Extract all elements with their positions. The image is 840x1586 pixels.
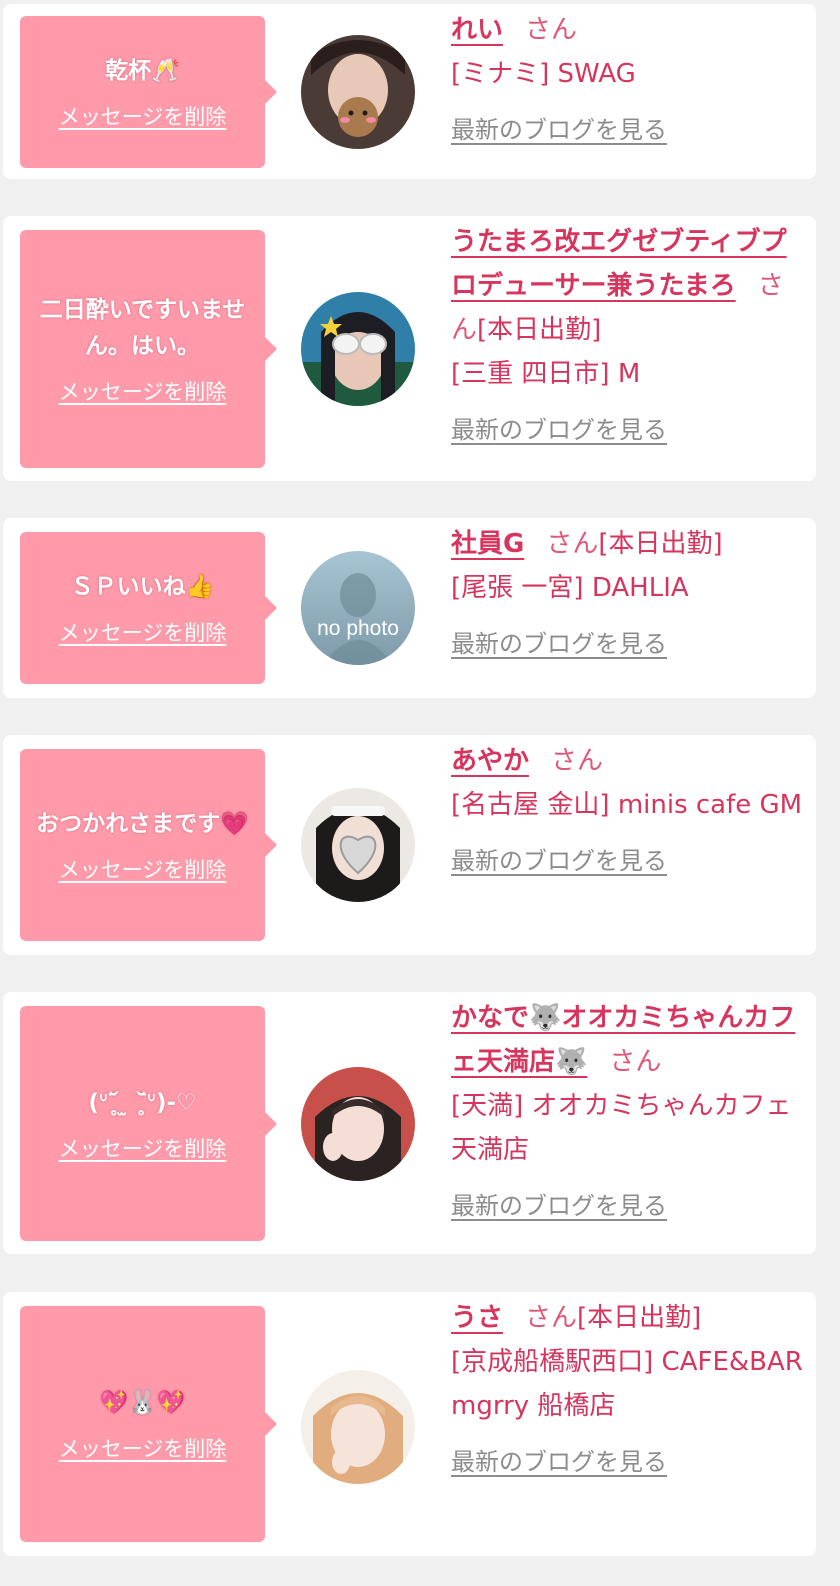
delete-message-link[interactable]: メッセージを削除 — [59, 1133, 227, 1163]
message-card: ＳＰいいね👍 メッセージを削除 no photo 社員G さん[本日出勤] [尾張… — [3, 518, 816, 698]
avatar[interactable] — [301, 292, 415, 406]
shop-text: [ミナミ] SWAG — [451, 59, 636, 89]
delete-message-link[interactable]: メッセージを削除 — [59, 376, 227, 406]
user-name-link[interactable]: うさ — [451, 1303, 503, 1333]
message-bubble: ＳＰいいね👍 メッセージを削除 — [20, 532, 277, 684]
user-info: 社員G さん[本日出勤] [尾張 一宮] DAHLIA 最新のブログを見る — [451, 522, 808, 666]
shop-text: [京成船橋駅西口] CAFE&BAR mgrry 船橋店 — [451, 1347, 803, 1421]
honorific: さん — [546, 529, 599, 559]
shop-text: [名古屋 金山] minis cafe GM — [451, 790, 803, 820]
user-info: うさ さん[本日出勤] [京成船橋駅西口] CAFE&BAR mgrry 船橋店 … — [451, 1296, 808, 1484]
message-text: おつかれさまです💗 — [36, 811, 249, 837]
no-photo-text: no photo — [317, 617, 399, 640]
latest-blog-link[interactable]: 最新のブログを見る — [451, 1184, 667, 1228]
user-name-link[interactable]: 社員G — [451, 529, 524, 559]
avatar[interactable] — [301, 1067, 415, 1181]
honorific: さん — [525, 1303, 578, 1333]
message-text: 乾杯🥂 — [105, 58, 180, 84]
user-info: れい さん [ミナミ] SWAG 最新のブログを見る — [451, 8, 808, 152]
user-info: うたまろ改エグゼブティブプロデューサー兼うたまろ さん[本日出勤] [三重 四日市… — [451, 220, 808, 452]
user-info: かなで🐺オオカミちゃんカフェ天満店🐺 さん [天満] オオカミちゃんカフェ天満店 … — [451, 996, 808, 1228]
message-bubble: (ᐡ˘̥᷄ ̫ ˘̥᷅ᐡ)-♡ メッセージを削除 — [20, 1006, 277, 1241]
status-text: [本日出勤] — [598, 529, 723, 559]
delete-message-link[interactable]: メッセージを削除 — [59, 854, 227, 884]
honorific: さん — [609, 1047, 662, 1077]
shop-text: [尾張 一宮] DAHLIA — [451, 573, 689, 603]
message-bubble: おつかれさまです💗 メッセージを削除 — [20, 749, 277, 941]
message-card: 二日酔いですいません。はい。 メッセージを削除 うたまろ改エグゼブティブプロデュ… — [3, 216, 816, 481]
avatar[interactable]: no photo — [301, 551, 415, 665]
avatar[interactable] — [301, 788, 415, 902]
message-bubble: 💖🐰💖 メッセージを削除 — [20, 1306, 277, 1542]
message-text: 二日酔いですいません。はい。 — [39, 297, 246, 359]
avatar[interactable] — [301, 35, 415, 149]
user-name-link[interactable]: うたまろ改エグゼブティブプロデューサー兼うたまろ — [451, 227, 787, 301]
latest-blog-link[interactable]: 最新のブログを見る — [451, 108, 667, 152]
message-card: 乾杯🥂 メッセージを削除 れい さん [ミナミ] SWAG 最新のブログを見る — [3, 4, 816, 179]
message-bubble: 二日酔いですいません。はい。 メッセージを削除 — [20, 230, 277, 468]
user-name-link[interactable]: あやか — [451, 746, 529, 776]
message-text: (ᐡ˘̥᷄ ̫ ˘̥᷅ᐡ)-♡ — [88, 1089, 197, 1116]
user-name-link[interactable]: れい — [451, 15, 503, 45]
honorific: さん — [551, 746, 604, 776]
message-text: ＳＰいいね👍 — [70, 574, 215, 600]
delete-message-link[interactable]: メッセージを削除 — [59, 101, 227, 131]
latest-blog-link[interactable]: 最新のブログを見る — [451, 1440, 667, 1484]
message-card: (ᐡ˘̥᷄ ̫ ˘̥᷅ᐡ)-♡ メッセージを削除 かなで🐺オオカミちゃんカフェ天… — [3, 992, 816, 1254]
delete-message-link[interactable]: メッセージを削除 — [59, 1433, 227, 1463]
latest-blog-link[interactable]: 最新のブログを見る — [451, 622, 667, 666]
latest-blog-link[interactable]: 最新のブログを見る — [451, 408, 667, 452]
status-text: [本日出勤] — [477, 315, 602, 345]
shop-text: [三重 四日市] M — [451, 359, 641, 389]
delete-message-link[interactable]: メッセージを削除 — [59, 617, 227, 647]
avatar[interactable] — [301, 1370, 415, 1484]
latest-blog-link[interactable]: 最新のブログを見る — [451, 839, 667, 883]
honorific: さん — [525, 15, 578, 45]
message-bubble: 乾杯🥂 メッセージを削除 — [20, 16, 277, 168]
shop-text: [天満] オオカミちゃんカフェ天満店 — [451, 1091, 792, 1165]
message-text: 💖🐰💖 — [99, 1390, 186, 1416]
message-card: 💖🐰💖 メッセージを削除 うさ さん[本日出勤] [京成船橋駅西口] CAFE&B… — [3, 1292, 816, 1556]
status-text: [本日出勤] — [577, 1303, 702, 1333]
user-info: あやか さん [名古屋 金山] minis cafe GM 最新のブログを見る — [451, 739, 808, 883]
message-card: おつかれさまです💗 メッセージを削除 あやか さん [名古屋 金山] minis … — [3, 735, 816, 955]
